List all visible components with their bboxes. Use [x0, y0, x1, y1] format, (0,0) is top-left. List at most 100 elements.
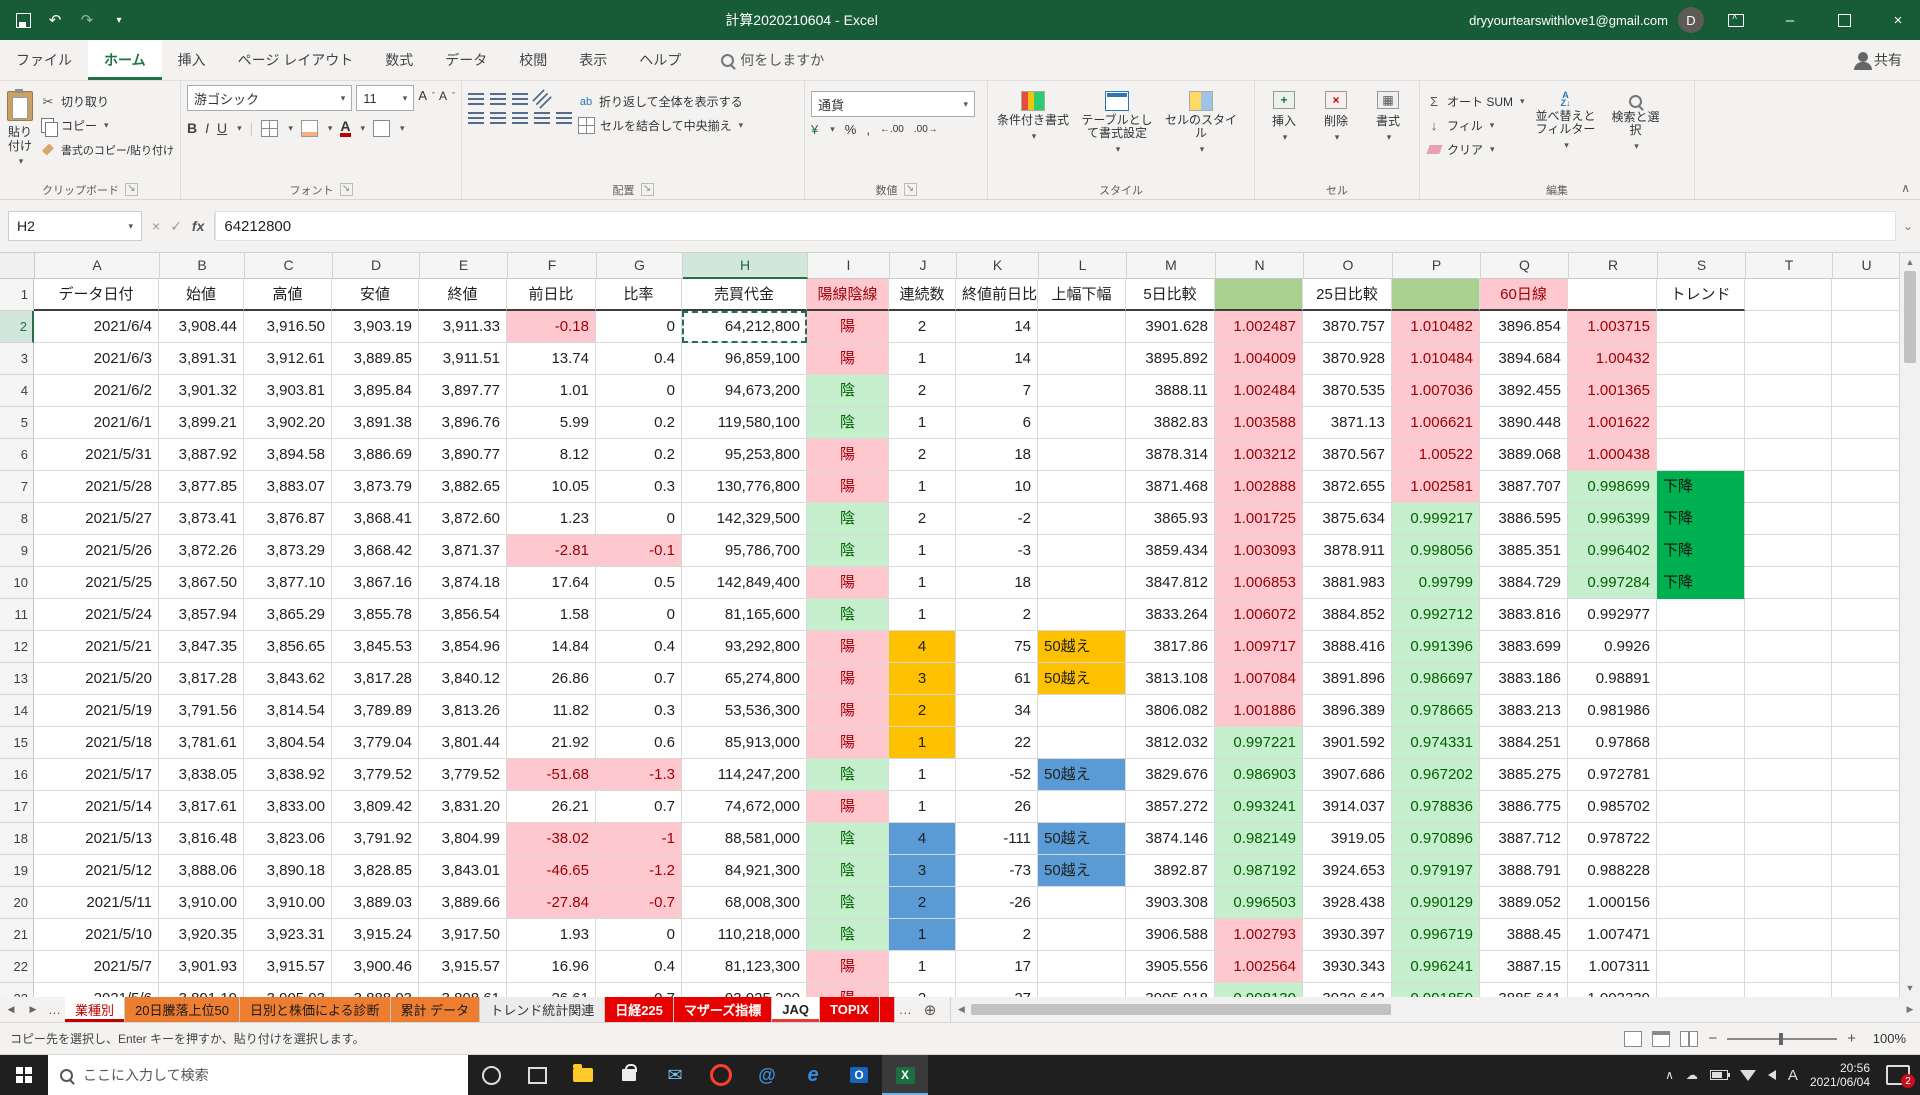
cell-I8[interactable]: 陰 [807, 503, 889, 535]
cell-E10[interactable]: 3,874.18 [419, 567, 507, 599]
cell-S21[interactable] [1657, 919, 1745, 951]
volume-icon[interactable] [1768, 1070, 1776, 1080]
cell-R11[interactable]: 0.992977 [1568, 599, 1657, 631]
cell-M7[interactable]: 3871.468 [1126, 471, 1215, 503]
cell-H17[interactable]: 74,672,000 [682, 791, 807, 823]
cell-G21[interactable]: 0 [596, 919, 682, 951]
cell-G10[interactable]: 0.5 [596, 567, 682, 599]
cell-B1[interactable]: 始値 [159, 279, 244, 311]
cell-I3[interactable]: 陽 [807, 343, 889, 375]
cell-N5[interactable]: 1.003588 [1215, 407, 1303, 439]
battery-icon[interactable] [1710, 1070, 1728, 1080]
row-header-16[interactable]: 16 [0, 759, 34, 791]
cell-B3[interactable]: 3,891.31 [159, 343, 244, 375]
cut-button[interactable]: ✂切り取り [40, 91, 174, 112]
zoom-level[interactable]: 100% [1866, 1031, 1906, 1046]
sheet-tab-1[interactable]: 20日騰落上位50 [125, 997, 240, 1022]
cell-E2[interactable]: 3,911.33 [419, 311, 507, 343]
cell-N13[interactable]: 1.007084 [1215, 663, 1303, 695]
cell-D10[interactable]: 3,867.16 [332, 567, 419, 599]
cell-C17[interactable]: 3,833.00 [244, 791, 332, 823]
cell-N12[interactable]: 1.009717 [1215, 631, 1303, 663]
find-select-button[interactable]: 検索と選択▾ [1607, 85, 1665, 180]
cell-I17[interactable]: 陽 [807, 791, 889, 823]
cancel-icon[interactable]: × [152, 218, 160, 234]
tell-me-search[interactable]: 何をしますか [721, 50, 824, 70]
cell-C5[interactable]: 3,902.20 [244, 407, 332, 439]
cell-J10[interactable]: 1 [889, 567, 956, 599]
cell-U4[interactable] [1832, 375, 1899, 407]
sheet-nav-left-button[interactable]: ◀ [0, 997, 22, 1022]
cell-F16[interactable]: -51.68 [507, 759, 596, 791]
cell-K16[interactable]: -52 [956, 759, 1038, 791]
tab-page-layout[interactable]: ページ レイアウト [222, 40, 370, 80]
cell-T18[interactable] [1745, 823, 1832, 855]
cell-M2[interactable]: 3901.628 [1126, 311, 1215, 343]
cell-G12[interactable]: 0.4 [596, 631, 682, 663]
cell-M19[interactable]: 3892.87 [1126, 855, 1215, 887]
cell-H21[interactable]: 110,218,000 [682, 919, 807, 951]
column-header-J[interactable]: J [890, 253, 957, 279]
task-view-icon[interactable] [514, 1055, 560, 1095]
cell-I2[interactable]: 陽 [807, 311, 889, 343]
cell-C3[interactable]: 3,912.61 [244, 343, 332, 375]
cell-H16[interactable]: 114,247,200 [682, 759, 807, 791]
cell-K23[interactable]: 27 [956, 983, 1038, 997]
cell-B6[interactable]: 3,887.92 [159, 439, 244, 471]
cell-Q17[interactable]: 3886.775 [1480, 791, 1568, 823]
cell-N8[interactable]: 1.001725 [1215, 503, 1303, 535]
cell-U21[interactable] [1832, 919, 1899, 951]
page-break-view-button[interactable] [1680, 1031, 1698, 1047]
cell-I4[interactable]: 陰 [807, 375, 889, 407]
cell-R4[interactable]: 1.001365 [1568, 375, 1657, 407]
cell-S20[interactable] [1657, 887, 1745, 919]
cell-G19[interactable]: -1.2 [596, 855, 682, 887]
decrease-decimal-icon[interactable]: .00→ [914, 124, 938, 135]
cell-O11[interactable]: 3884.852 [1303, 599, 1392, 631]
cell-M4[interactable]: 3888.11 [1126, 375, 1215, 407]
cell-R21[interactable]: 1.007471 [1568, 919, 1657, 951]
cell-O16[interactable]: 3907.686 [1303, 759, 1392, 791]
cell-Q16[interactable]: 3885.275 [1480, 759, 1568, 791]
cell-I5[interactable]: 陰 [807, 407, 889, 439]
cell-J19[interactable]: 3 [889, 855, 956, 887]
cell-R12[interactable]: 0.9926 [1568, 631, 1657, 663]
number-dialog-launcher[interactable]: ↘ [904, 183, 917, 196]
column-header-B[interactable]: B [160, 253, 245, 279]
decrease-indent-icon[interactable] [534, 112, 550, 124]
cell-J8[interactable]: 2 [889, 503, 956, 535]
cell-D11[interactable]: 3,855.78 [332, 599, 419, 631]
cell-O12[interactable]: 3888.416 [1303, 631, 1392, 663]
cell-M23[interactable]: 3905.918 [1126, 983, 1215, 997]
cell-K5[interactable]: 6 [956, 407, 1038, 439]
cell-T8[interactable] [1745, 503, 1832, 535]
cell-E3[interactable]: 3,911.51 [419, 343, 507, 375]
cell-K21[interactable]: 2 [956, 919, 1038, 951]
cell-C12[interactable]: 3,856.65 [244, 631, 332, 663]
cell-D20[interactable]: 3,889.03 [332, 887, 419, 919]
cell-L2[interactable] [1038, 311, 1126, 343]
cell-J15[interactable]: 1 [889, 727, 956, 759]
row-header-17[interactable]: 17 [0, 791, 34, 823]
cell-A18[interactable]: 2021/5/13 [34, 823, 159, 855]
cell-S12[interactable] [1657, 631, 1745, 663]
cell-C20[interactable]: 3,910.00 [244, 887, 332, 919]
cell-U12[interactable] [1832, 631, 1899, 663]
cell-D19[interactable]: 3,828.85 [332, 855, 419, 887]
cell-S14[interactable] [1657, 695, 1745, 727]
cell-H5[interactable]: 119,580,100 [682, 407, 807, 439]
horizontal-scrollbar[interactable]: ◀ ▶ [950, 997, 1920, 1022]
page-layout-view-button[interactable] [1652, 1031, 1670, 1047]
row-header-13[interactable]: 13 [0, 663, 34, 695]
cell-U22[interactable] [1832, 951, 1899, 983]
cell-H2[interactable]: 64,212,800 [682, 311, 807, 343]
column-header-G[interactable]: G [597, 253, 683, 279]
cell-L14[interactable] [1038, 695, 1126, 727]
cell-U15[interactable] [1832, 727, 1899, 759]
cell-H13[interactable]: 65,274,800 [682, 663, 807, 695]
column-header-F[interactable]: F [508, 253, 597, 279]
cell-D7[interactable]: 3,873.79 [332, 471, 419, 503]
cell-E21[interactable]: 3,917.50 [419, 919, 507, 951]
cell-F21[interactable]: 1.93 [507, 919, 596, 951]
cell-K6[interactable]: 18 [956, 439, 1038, 471]
